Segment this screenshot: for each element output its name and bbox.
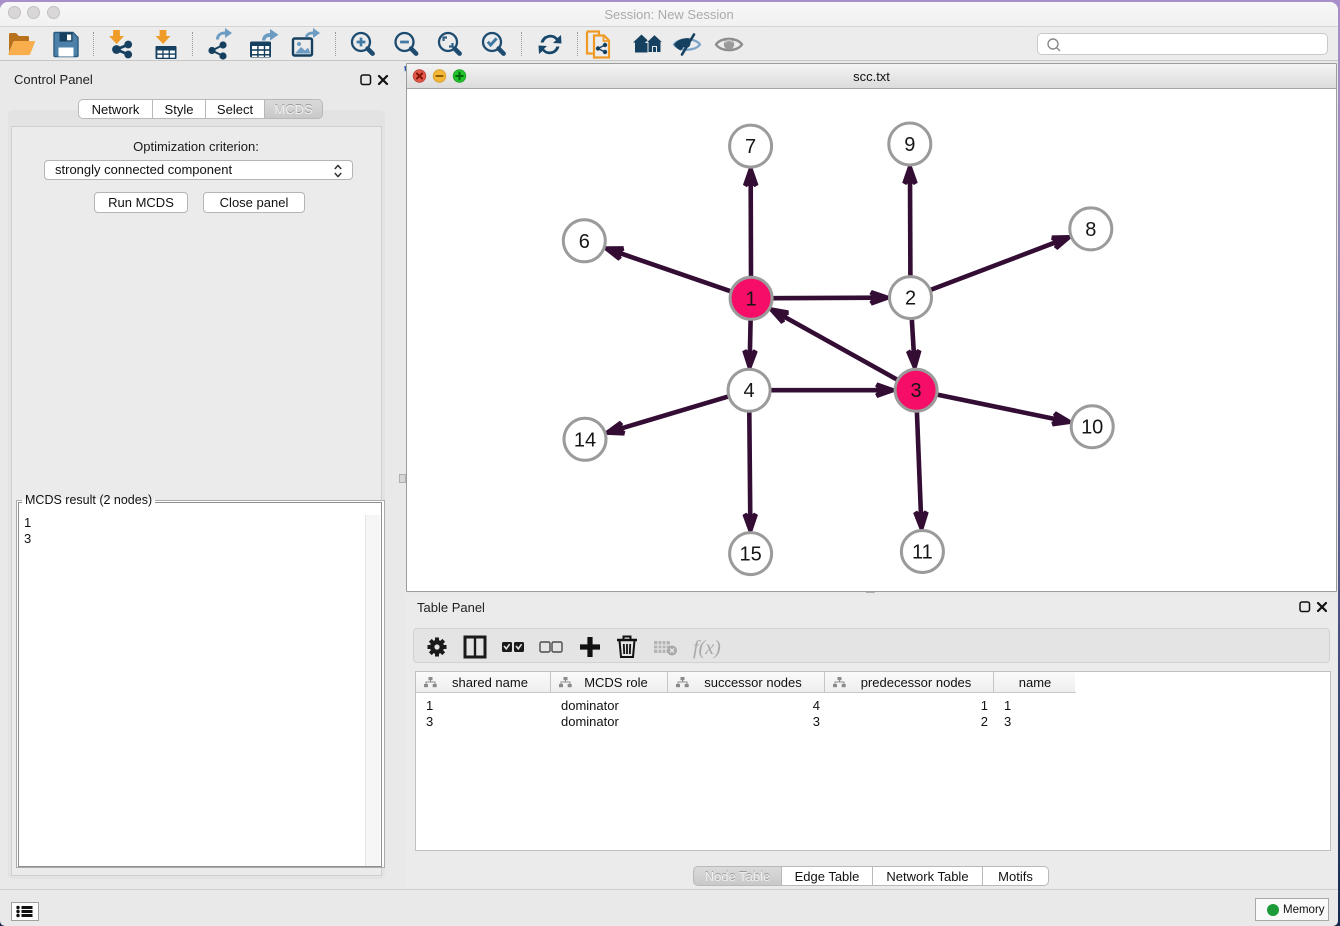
svg-text:15: 15 <box>739 544 761 566</box>
svg-text:f(x): f(x) <box>693 637 721 659</box>
svg-text:14: 14 <box>574 429 596 451</box>
svg-text:1: 1 <box>746 288 757 310</box>
svg-text:6: 6 <box>579 231 590 253</box>
svg-text:9: 9 <box>904 134 915 156</box>
svg-text:4: 4 <box>744 380 755 402</box>
svg-text:11: 11 <box>912 542 933 564</box>
svg-text:8: 8 <box>1085 219 1096 241</box>
svg-text:3: 3 <box>911 380 922 402</box>
svg-text:2: 2 <box>905 288 916 310</box>
svg-text:10: 10 <box>1081 417 1103 439</box>
svg-text:7: 7 <box>745 136 756 158</box>
